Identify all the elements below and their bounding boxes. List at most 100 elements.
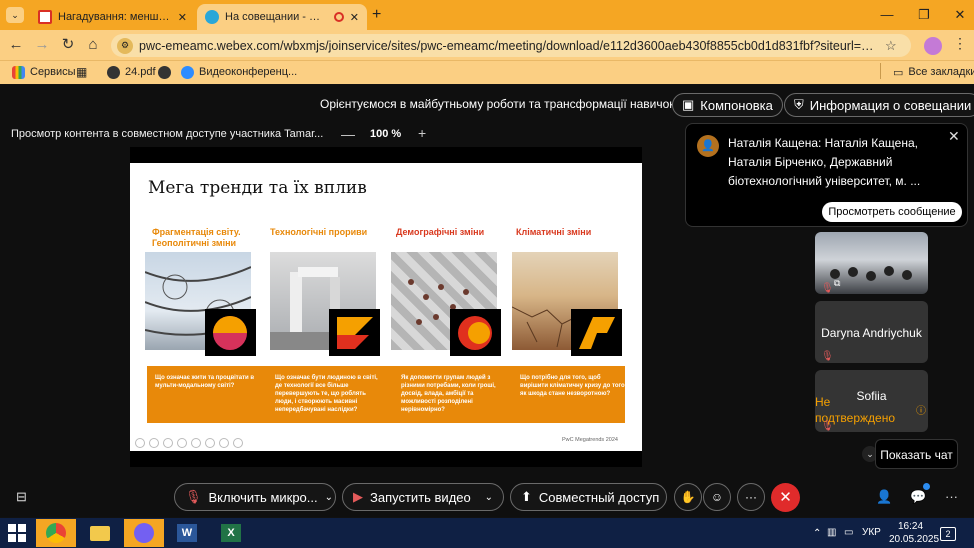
address-bar[interactable]: ⚙ pwc-emeamc.webex.com/wbxmjs/joinservic… xyxy=(111,34,911,57)
pen-tool-icon[interactable] xyxy=(149,438,159,448)
logo-block xyxy=(450,309,501,356)
muted-mic-icon: 🎙 xyxy=(821,421,834,432)
site-info-icon[interactable]: ⚙ xyxy=(117,37,133,54)
language-indicator[interactable]: УКР xyxy=(862,527,881,538)
meeting-info-button[interactable]: ⛨ Информация о совещании xyxy=(784,93,974,117)
question-text: Що означає жити та процвітати в мульти-м… xyxy=(155,375,255,389)
more-options-button[interactable]: ··· xyxy=(737,483,765,511)
more-panels-icon[interactable]: ··· xyxy=(945,489,958,504)
tab-close-icon[interactable]: ✕ xyxy=(178,11,187,24)
save-tool-icon[interactable] xyxy=(219,438,229,448)
apps-icon xyxy=(12,65,25,79)
pdf-icon xyxy=(107,65,120,79)
bookmark-label: 24.pdf xyxy=(125,66,156,78)
text-tool-icon[interactable] xyxy=(191,438,201,448)
question-text: Як допомогти групам людей з різними потр… xyxy=(401,375,496,413)
annotation-toolbar[interactable] xyxy=(135,438,243,448)
chevron-down-icon[interactable]: ⌄ xyxy=(325,492,333,503)
explorer-taskbar-icon[interactable] xyxy=(80,519,120,547)
home-icon[interactable]: ⌂ xyxy=(83,36,103,54)
menu-kebab-icon[interactable]: ⋮ xyxy=(953,35,967,52)
layout-label: Компоновка xyxy=(700,97,773,113)
chat-icon[interactable]: 💬 xyxy=(910,489,926,505)
meeting-info-label: Информация о совещании xyxy=(809,97,972,113)
muted-mic-icon: 🎙 xyxy=(821,283,834,294)
highlighter-tool-icon[interactable] xyxy=(163,438,173,448)
share-title: Просмотр контента в совместном доступе у… xyxy=(11,128,324,140)
network-icon[interactable]: ▥ xyxy=(827,527,836,538)
bookmark-24pdf[interactable]: 24.pdf xyxy=(107,64,156,80)
bookmark-star-icon[interactable]: ☆ xyxy=(885,38,897,54)
notifications-icon[interactable]: 2 xyxy=(940,527,956,541)
gmail-icon xyxy=(38,10,52,24)
tab-title: На совещании - Совещани xyxy=(225,11,328,23)
video-button[interactable]: ▶ Запустить видео ⌄ xyxy=(342,483,504,511)
all-bookmarks[interactable]: ▭ Все закладки xyxy=(893,64,974,80)
grid-icon[interactable]: ▦ xyxy=(76,64,87,80)
column-heading: Кліматичні зміни xyxy=(516,227,592,237)
zoom-icon xyxy=(181,65,194,79)
tab-search-button[interactable]: ⌄ xyxy=(6,7,24,23)
question-text: Що потрібно для того, щоб вирішити кліма… xyxy=(520,375,627,397)
battery-icon[interactable]: ▭ xyxy=(844,527,853,538)
close-icon[interactable]: ✕ xyxy=(948,128,960,145)
zoom-level: 100 % xyxy=(370,128,402,140)
reactions-icon[interactable]: ☺ xyxy=(703,483,731,511)
chrome-taskbar-icon[interactable] xyxy=(36,519,76,547)
close-window-button[interactable]: ✕ xyxy=(950,6,970,24)
windows-start-icon[interactable] xyxy=(8,524,26,542)
layout-icon: ▣ xyxy=(682,97,695,112)
video-off-icon: ▶ xyxy=(353,489,363,504)
recording-icon xyxy=(333,12,344,22)
sender-avatar-icon: 👤 xyxy=(697,135,719,157)
globe-icon[interactable] xyxy=(158,64,171,80)
unread-dot xyxy=(923,483,930,490)
video-label: Запустить видео xyxy=(370,489,471,505)
logo-block xyxy=(329,309,380,356)
shield-icon: ⛨ xyxy=(794,97,804,112)
share-button[interactable]: ⬆ Совместный доступ xyxy=(510,483,667,511)
column-heading: Демографічні зміни xyxy=(396,227,485,237)
participants-icon[interactable]: 👤 xyxy=(876,489,892,505)
zoom-tool-icon[interactable] xyxy=(205,438,215,448)
more-tool-icon[interactable] xyxy=(233,438,243,448)
minimize-button[interactable]: — xyxy=(877,6,897,24)
bookmark-services[interactable]: Сервисы xyxy=(12,64,76,80)
back-icon[interactable]: ← xyxy=(6,36,26,54)
tab-close-icon[interactable]: ✕ xyxy=(350,11,359,24)
tab-reminder[interactable]: Нагадування: менше ніж за 2 ... ✕ xyxy=(30,4,195,30)
captions-icon[interactable]: ⊟ xyxy=(16,489,27,505)
notification-text: Наталія Кащена: Наталія Кащена, Наталія … xyxy=(728,136,921,188)
muted-mic-icon: 🎙 xyxy=(185,489,202,504)
zoom-out-button[interactable]: — xyxy=(341,126,355,142)
maximize-button[interactable]: ❐ xyxy=(914,6,934,24)
viber-taskbar-icon[interactable] xyxy=(124,519,164,547)
bookmark-videoconf[interactable]: Видеоконференц... xyxy=(181,64,297,80)
share-screen-icon: ⬆ xyxy=(521,489,532,504)
pointer-tool-icon[interactable] xyxy=(135,438,145,448)
raise-hand-icon[interactable]: ✋ xyxy=(674,483,702,511)
logo-block xyxy=(571,309,622,356)
layout-button[interactable]: ▣ Компоновка xyxy=(672,93,783,117)
muted-mic-icon: 🎙 xyxy=(821,351,834,362)
forward-icon[interactable]: → xyxy=(32,36,52,54)
word-taskbar-icon[interactable]: W xyxy=(167,519,207,547)
new-tab-button[interactable]: + xyxy=(372,6,381,24)
participant-name: Daryna Andriychuk xyxy=(821,326,922,340)
tab-webex-meeting[interactable]: На совещании - Совещани ✕ xyxy=(197,4,367,30)
tray-chevron-icon[interactable]: ⌃ xyxy=(813,528,821,539)
leave-meeting-button[interactable]: ✕ xyxy=(771,483,800,512)
mic-button[interactable]: 🎙 Включить микро... ⌄ xyxy=(174,483,336,511)
logo-block xyxy=(205,309,256,356)
zoom-in-button[interactable]: + xyxy=(418,125,426,141)
bookmark-label: Сервисы xyxy=(30,66,76,78)
view-message-button[interactable]: Просмотреть сообщение xyxy=(822,202,962,222)
folder-icon: ▭ xyxy=(893,66,904,79)
reload-icon[interactable]: ↻ xyxy=(58,36,78,54)
profile-avatar[interactable] xyxy=(924,37,942,55)
chevron-down-icon[interactable]: ⌄ xyxy=(485,492,493,503)
column-heading: Фрагментація світу. Геополітичні зміни xyxy=(152,227,241,248)
eraser-tool-icon[interactable] xyxy=(177,438,187,448)
excel-taskbar-icon[interactable]: X xyxy=(211,519,251,547)
url-text[interactable]: pwc-emeamc.webex.com/wbxmjs/joinservice/… xyxy=(139,39,879,53)
